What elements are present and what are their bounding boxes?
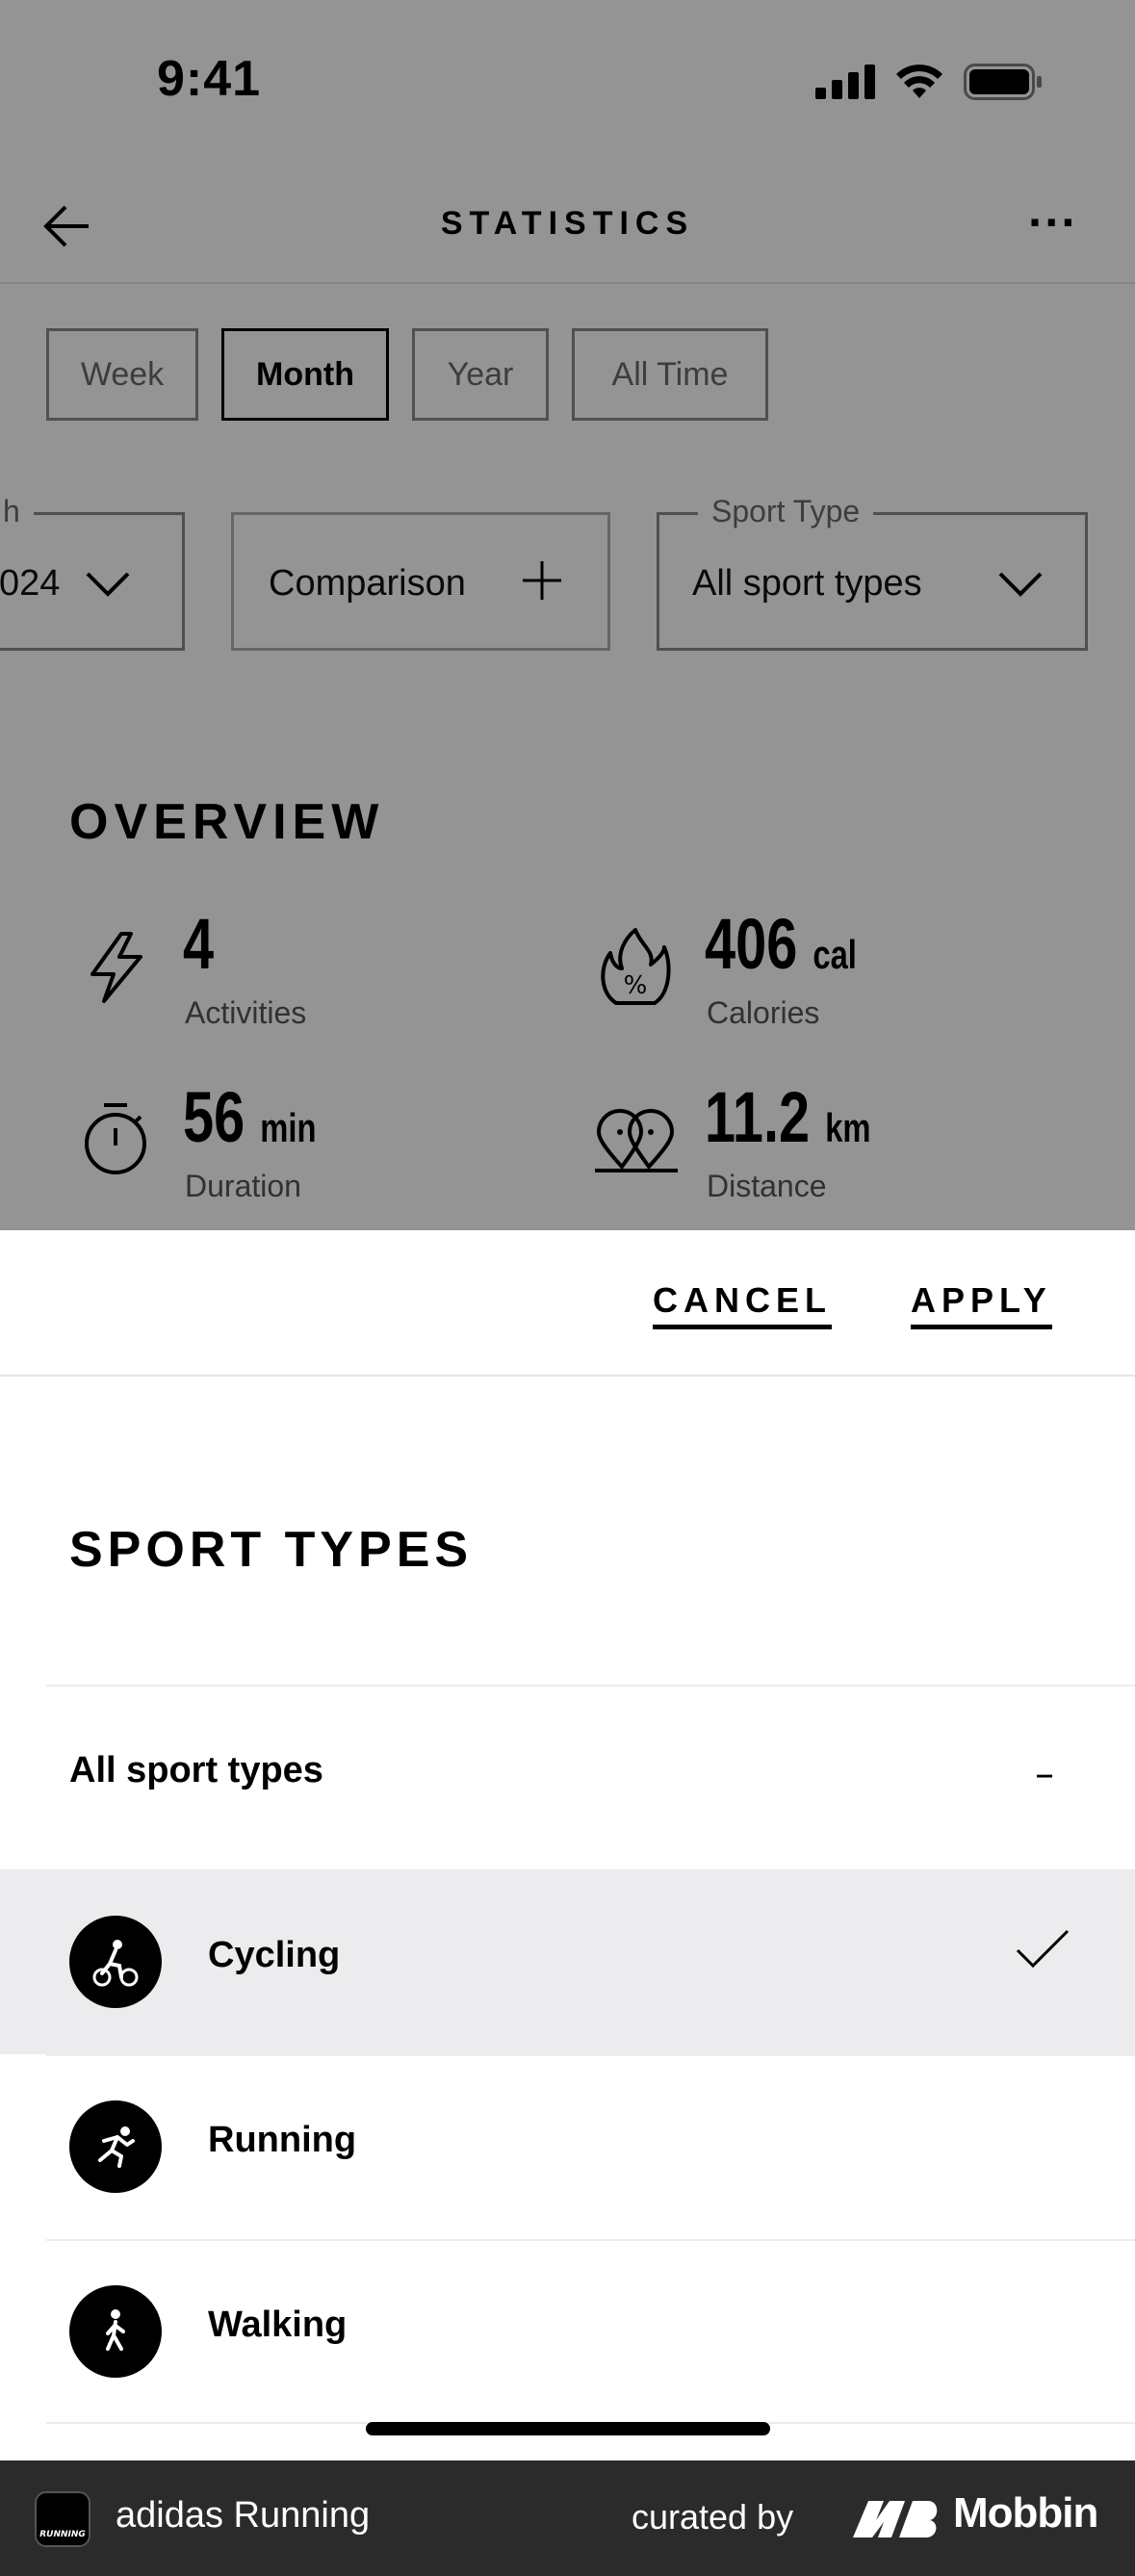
- sport-types-sheet: CANCEL APPLY SPORT TYPES All sport types…: [0, 1230, 1135, 2460]
- row-divider: [46, 2239, 1135, 2241]
- row-divider: [46, 2054, 1135, 2056]
- sheet-title: SPORT TYPES: [69, 1522, 474, 1578]
- checkmark-icon: [1016, 1929, 1070, 1969]
- cancel-button[interactable]: CANCEL: [653, 1280, 832, 1329]
- cycling-icon: [69, 1916, 162, 2008]
- statistics-screen: 9:41 STATISTICS ··· Week Month Year All …: [0, 0, 1135, 1232]
- curated-by-text: curated by: [632, 2497, 794, 2537]
- attribution-footer: RUNNING adidas Running curated by Mobbin: [0, 2460, 1135, 2576]
- sheet-action-bar: CANCEL APPLY: [0, 1230, 1135, 1377]
- walking-label: Walking: [208, 2305, 348, 2345]
- cycling-label: Cycling: [208, 1935, 341, 1975]
- running-label: Running: [208, 2120, 357, 2160]
- row-divider: [46, 1685, 1135, 1687]
- adidas-running-app-icon: RUNNING: [35, 2491, 90, 2547]
- apply-button[interactable]: APPLY: [911, 1280, 1052, 1329]
- modal-backdrop[interactable]: [0, 0, 1135, 1232]
- collapse-minus-icon[interactable]: –: [1035, 1752, 1054, 1796]
- mobbin-wordmark: Mobbin: [953, 2489, 1098, 2537]
- running-icon: [69, 2100, 162, 2193]
- app-icon-text: RUNNING: [39, 2530, 86, 2539]
- sport-item-walking[interactable]: Walking: [0, 2239, 1135, 2424]
- sport-item-cycling[interactable]: Cycling: [0, 1869, 1135, 2054]
- walking-icon: [69, 2285, 162, 2378]
- app-name: adidas Running: [116, 2495, 371, 2536]
- all-sport-types-row[interactable]: All sport types –: [0, 1685, 1135, 1869]
- all-sport-types-label: All sport types: [69, 1750, 323, 1790]
- home-indicator[interactable]: [366, 2422, 770, 2435]
- sport-item-running[interactable]: Running: [0, 2054, 1135, 2239]
- mobbin-logo-icon: [853, 2501, 938, 2537]
